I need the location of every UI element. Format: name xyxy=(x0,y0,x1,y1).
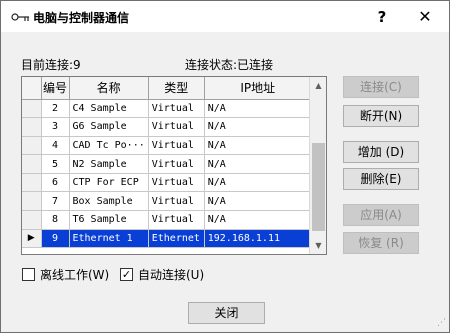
row-selector-header xyxy=(22,77,42,100)
cell-number: 3 xyxy=(41,117,70,137)
column-header-name[interactable]: 名称 xyxy=(69,77,149,100)
table-row[interactable]: 4 CAD Tc Po··· Virtual N/A xyxy=(22,136,312,156)
cell-name: C4 Sample xyxy=(69,99,149,119)
title-bar[interactable]: 电脑与控制器通信 ? ✕ xyxy=(1,1,449,32)
row-selector[interactable] xyxy=(22,154,42,174)
window-title: 电脑与控制器通信 xyxy=(33,11,130,25)
apply-button[interactable]: 应用(A) xyxy=(343,204,419,226)
table-row[interactable]: 5 N2 Sample Virtual N/A xyxy=(22,154,312,174)
current-row-indicator[interactable]: ▶ xyxy=(22,229,42,249)
checkbox-checked-icon[interactable]: ✓ xyxy=(120,268,133,281)
table-row[interactable]: 7 Box Sample Virtual N/A xyxy=(22,191,312,212)
controller-table: 编号 名称 类型 IP地址 2 C4 Sample Virtual N/A 3 … xyxy=(22,77,312,249)
resize-grip-icon[interactable]: ⋰ xyxy=(437,318,447,328)
cell-ip: N/A xyxy=(204,99,312,119)
disconnect-button[interactable]: 断开(N) xyxy=(343,105,419,127)
delete-button[interactable]: 删除(E) xyxy=(343,168,419,190)
row-selector[interactable] xyxy=(22,191,42,212)
cell-name: N2 Sample xyxy=(69,154,149,174)
cell-ip: N/A xyxy=(204,191,312,212)
table-row[interactable]: 2 C4 Sample Virtual N/A xyxy=(22,99,312,119)
cell-number: 7 xyxy=(41,191,70,212)
cell-name: CTP For ECP xyxy=(69,173,149,193)
close-button[interactable]: 关闭 xyxy=(188,302,265,324)
cell-type: Virtual xyxy=(148,191,205,212)
dialog-window: 电脑与控制器通信 ? ✕ 目前连接:9 连接状态:已连接 编号 名称 类型 IP… xyxy=(0,0,450,333)
row-selector[interactable] xyxy=(22,99,42,119)
help-button[interactable]: ? xyxy=(365,4,399,30)
scrollbar-thumb[interactable] xyxy=(312,143,325,231)
dialog-body: 目前连接:9 连接状态:已连接 编号 名称 类型 IP地址 2 C4 Sampl… xyxy=(1,32,449,332)
connect-button[interactable]: 连接(C) xyxy=(343,76,419,98)
close-window-button[interactable]: ✕ xyxy=(403,4,447,30)
auto-connect-label: 自动连接(U) xyxy=(138,268,205,282)
row-selector[interactable] xyxy=(22,117,42,137)
controller-list[interactable]: 编号 名称 类型 IP地址 2 C4 Sample Virtual N/A 3 … xyxy=(21,76,327,255)
connected-count: 目前连接:9 xyxy=(21,58,81,72)
checkbox-unchecked-icon[interactable] xyxy=(22,268,35,281)
restore-button[interactable]: 恢复 (R) xyxy=(343,232,419,254)
cell-type: Virtual xyxy=(148,117,205,137)
cell-name: Ethernet 1 xyxy=(69,229,149,249)
scroll-up-icon[interactable]: ▲ xyxy=(310,77,326,94)
table-row-selected[interactable]: ▶ 9 Ethernet 1 Ethernet 192.168.1.11 xyxy=(22,229,312,249)
add-button[interactable]: 增加 (D) xyxy=(343,141,419,163)
vertical-scrollbar[interactable]: ▲ ▼ xyxy=(309,77,326,254)
cell-number: 8 xyxy=(41,210,70,230)
column-header-type[interactable]: 类型 xyxy=(148,77,205,100)
cell-ip: N/A xyxy=(204,136,312,156)
cell-type: Ethernet xyxy=(148,229,205,249)
cell-ip: N/A xyxy=(204,117,312,137)
table-row[interactable]: 3 G6 Sample Virtual N/A xyxy=(22,117,312,137)
row-selector[interactable] xyxy=(22,136,42,156)
cell-name: G6 Sample xyxy=(69,117,149,137)
cell-number: 5 xyxy=(41,154,70,174)
cell-ip: N/A xyxy=(204,154,312,174)
cell-ip: N/A xyxy=(204,173,312,193)
cell-name: T6 Sample xyxy=(69,210,149,230)
cell-type: Virtual xyxy=(148,210,205,230)
row-selector[interactable] xyxy=(22,173,42,193)
cell-ip: N/A xyxy=(204,210,312,230)
cell-number: 9 xyxy=(41,229,70,249)
table-row[interactable]: 6 CTP For ECP Virtual N/A xyxy=(22,173,312,193)
table-header-row: 编号 名称 类型 IP地址 xyxy=(22,77,312,100)
cell-type: Virtual xyxy=(148,154,205,174)
cell-type: Virtual xyxy=(148,99,205,119)
cell-ip: 192.168.1.11 xyxy=(204,229,312,249)
cell-type: Virtual xyxy=(148,136,205,156)
cell-number: 2 xyxy=(41,99,70,119)
cell-name: CAD Tc Po··· xyxy=(69,136,149,156)
cell-number: 6 xyxy=(41,173,70,193)
cell-name: Box Sample xyxy=(69,191,149,212)
link-icon xyxy=(11,13,29,21)
column-header-ip[interactable]: IP地址 xyxy=(204,77,312,100)
cell-number: 4 xyxy=(41,136,70,156)
row-selector[interactable] xyxy=(22,210,42,230)
column-header-number[interactable]: 编号 xyxy=(41,77,70,100)
cell-type: Virtual xyxy=(148,173,205,193)
connection-status: 连接状态:已连接 xyxy=(185,58,274,72)
scroll-down-icon[interactable]: ▼ xyxy=(310,237,326,254)
table-row[interactable]: 8 T6 Sample Virtual N/A xyxy=(22,210,312,230)
offline-work-label: 离线工作(W) xyxy=(40,268,110,282)
